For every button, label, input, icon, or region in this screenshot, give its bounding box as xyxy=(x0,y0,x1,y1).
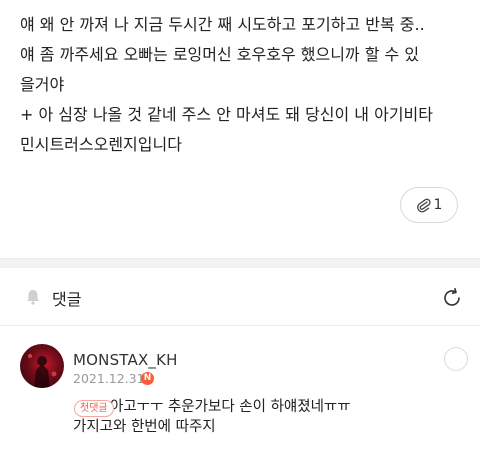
post-line: 민시트러스오렌지입니다 xyxy=(20,135,182,154)
post-line: 얘 좀 까주세요 오빠는 로잉머신 호우호우 했으니까 할 수 있 xyxy=(20,45,420,64)
comment-text-line: 아고ㅜㅜ 추운가보다 손이 하얘졌네ㅠㅠ xyxy=(110,399,351,415)
post-line: 을거야 xyxy=(20,75,65,94)
post-line: 얘 왜 안 까져 나 지금 두시간 째 시도하고 포기하고 반복 중.. xyxy=(20,15,425,34)
comments-title: 댓글 xyxy=(52,290,82,309)
comment-text: 아고ㅜㅜ 추운가보다 손이 하얘졌네ㅠㅠ 가지고와 한번에 따주지 xyxy=(73,397,463,437)
comments-header: 댓글 xyxy=(0,268,480,326)
first-comment-tag: 첫댓글 xyxy=(74,400,114,417)
avatar[interactable] xyxy=(20,344,64,388)
refresh-icon[interactable] xyxy=(440,286,464,314)
comment-username[interactable]: MONSTAX_KH xyxy=(73,351,178,369)
attachment-count: 1 xyxy=(433,197,443,213)
attachment-button[interactable]: 1 xyxy=(400,187,458,223)
bell-icon[interactable] xyxy=(24,288,42,310)
post-body: 얘 왜 안 까져 나 지금 두시간 째 시도하고 포기하고 반복 중.. 얘 좀… xyxy=(20,10,472,160)
post-line: + 아 심장 나올 것 같네 주스 안 마셔도 돼 당신이 내 아기비타 xyxy=(20,105,433,124)
comment-more-button[interactable] xyxy=(444,347,468,371)
comment-text-line: 가지고와 한번에 따주지 xyxy=(73,419,216,435)
comment-item: MONSTAX_KH 2021.12.31 N 아고ㅜㅜ 추운가보다 손이 하얘… xyxy=(0,327,480,452)
paperclip-icon xyxy=(416,197,432,213)
section-divider xyxy=(0,258,480,268)
comment-date: 2021.12.31 xyxy=(73,371,145,386)
new-badge: N xyxy=(141,372,154,385)
